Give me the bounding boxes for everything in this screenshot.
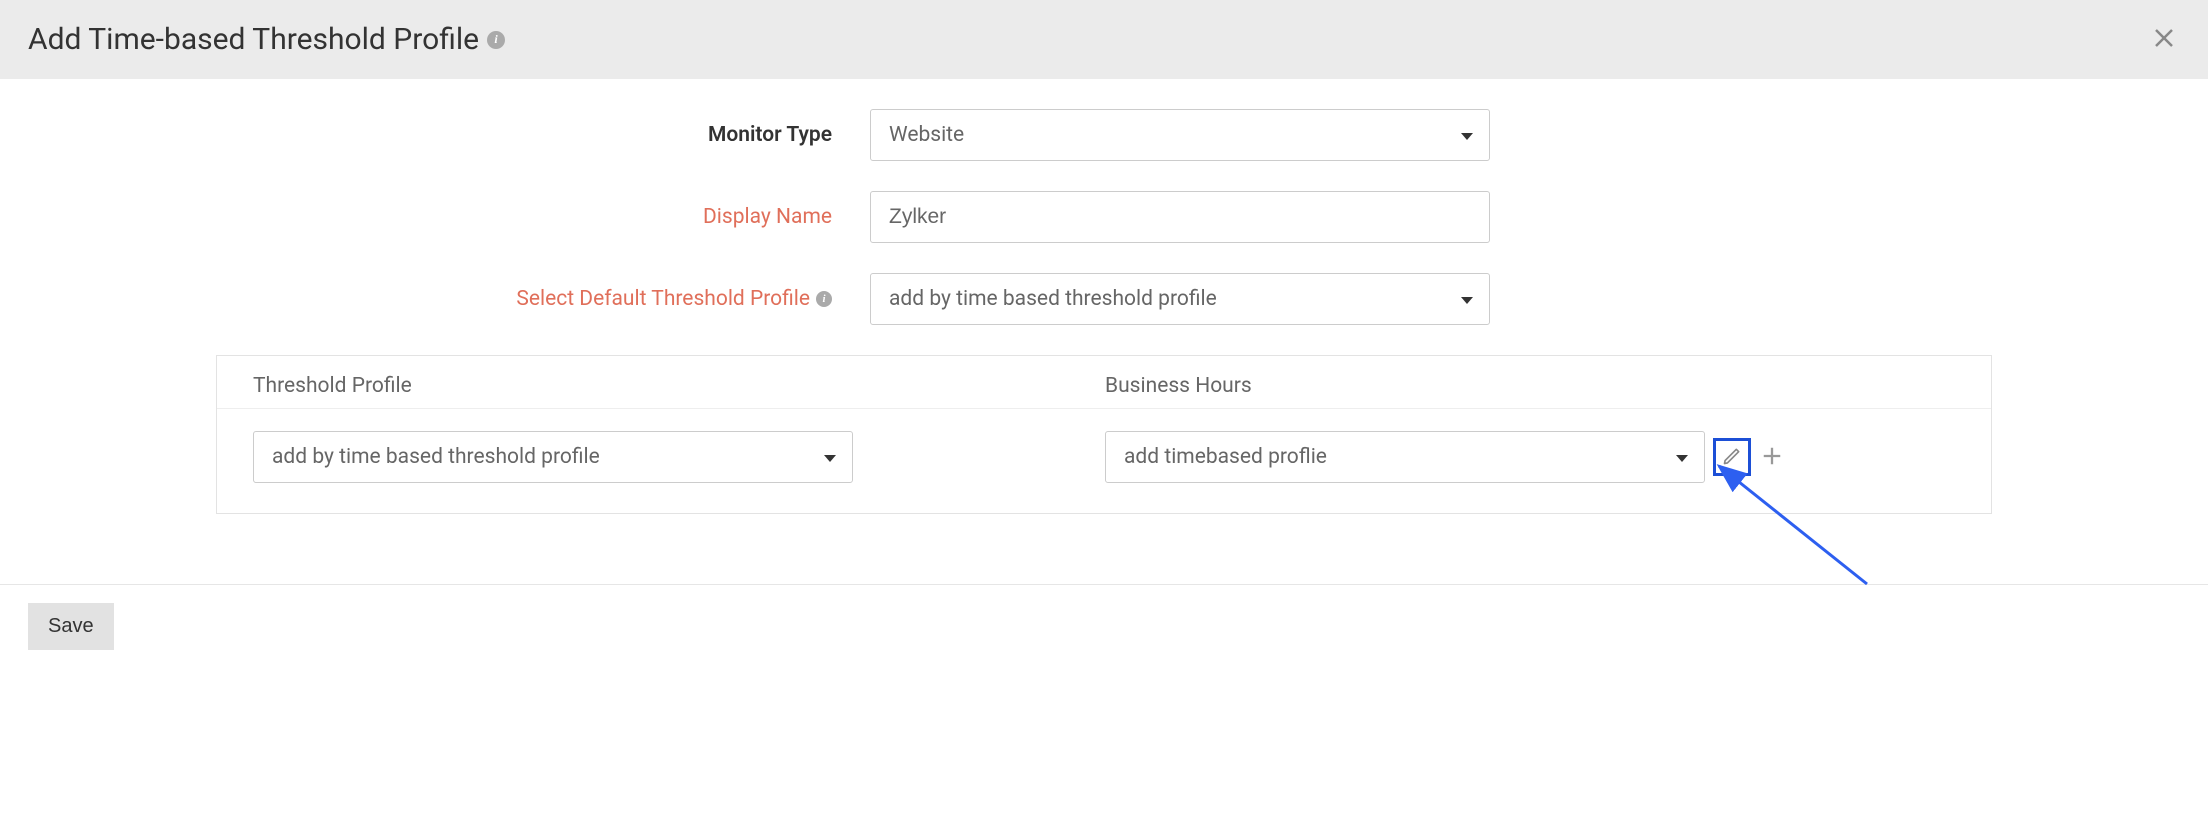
monitor-type-select[interactable]: Website	[870, 109, 1490, 161]
add-row-button[interactable]	[1759, 444, 1785, 470]
panel-header-row: Threshold Profile Business Hours	[217, 356, 1991, 409]
page-title: Add Time-based Threshold Profile i	[28, 22, 505, 57]
plus-icon	[1761, 445, 1783, 470]
row-monitor-type: Monitor Type Website	[0, 109, 2208, 161]
label-monitor-type-text: Monitor Type	[708, 123, 832, 147]
label-default-threshold-text: Select Default Threshold Profile	[516, 287, 810, 311]
edit-business-hours-button[interactable]	[1713, 438, 1751, 476]
caret-down-icon	[1461, 123, 1473, 147]
row-display-name: Display Name	[0, 191, 2208, 243]
info-icon[interactable]: i	[816, 291, 832, 307]
caret-down-icon	[1461, 287, 1473, 311]
info-icon[interactable]: i	[487, 31, 505, 49]
row-default-threshold: Select Default Threshold Profile i add b…	[0, 273, 2208, 325]
threshold-profile-select[interactable]: add by time based threshold profile	[253, 431, 853, 483]
threshold-profile-value: add by time based threshold profile	[272, 445, 600, 469]
save-button[interactable]: Save	[28, 603, 114, 650]
label-monitor-type: Monitor Type	[0, 123, 870, 147]
business-hours-value: add timebased proflie	[1124, 445, 1327, 469]
label-display-name-text: Display Name	[703, 205, 832, 229]
caret-down-icon	[1676, 445, 1688, 469]
caret-down-icon	[824, 445, 836, 469]
dialog-footer: Save	[0, 584, 2208, 678]
dialog-body: Monitor Type Website Display Name Select…	[0, 79, 2208, 534]
pencil-icon	[1722, 446, 1742, 469]
label-default-threshold: Select Default Threshold Profile i	[0, 287, 870, 311]
label-display-name: Display Name	[0, 205, 870, 229]
display-name-input[interactable]	[870, 191, 1490, 243]
business-hours-select[interactable]: add timebased proflie	[1105, 431, 1705, 483]
col-header-business-hours: Business Hours	[1105, 374, 1955, 398]
page-title-text: Add Time-based Threshold Profile	[28, 22, 479, 57]
dialog-header: Add Time-based Threshold Profile i	[0, 0, 2208, 79]
threshold-business-panel: Threshold Profile Business Hours add by …	[216, 355, 1992, 514]
default-threshold-value: add by time based threshold profile	[889, 287, 1217, 311]
monitor-type-value: Website	[889, 123, 964, 147]
close-button[interactable]	[2148, 22, 2180, 57]
close-icon	[2152, 26, 2176, 53]
default-threshold-select[interactable]: add by time based threshold profile	[870, 273, 1490, 325]
col-header-threshold-profile: Threshold Profile	[253, 374, 1105, 398]
panel-body-row: add by time based threshold profile add …	[217, 409, 1991, 513]
